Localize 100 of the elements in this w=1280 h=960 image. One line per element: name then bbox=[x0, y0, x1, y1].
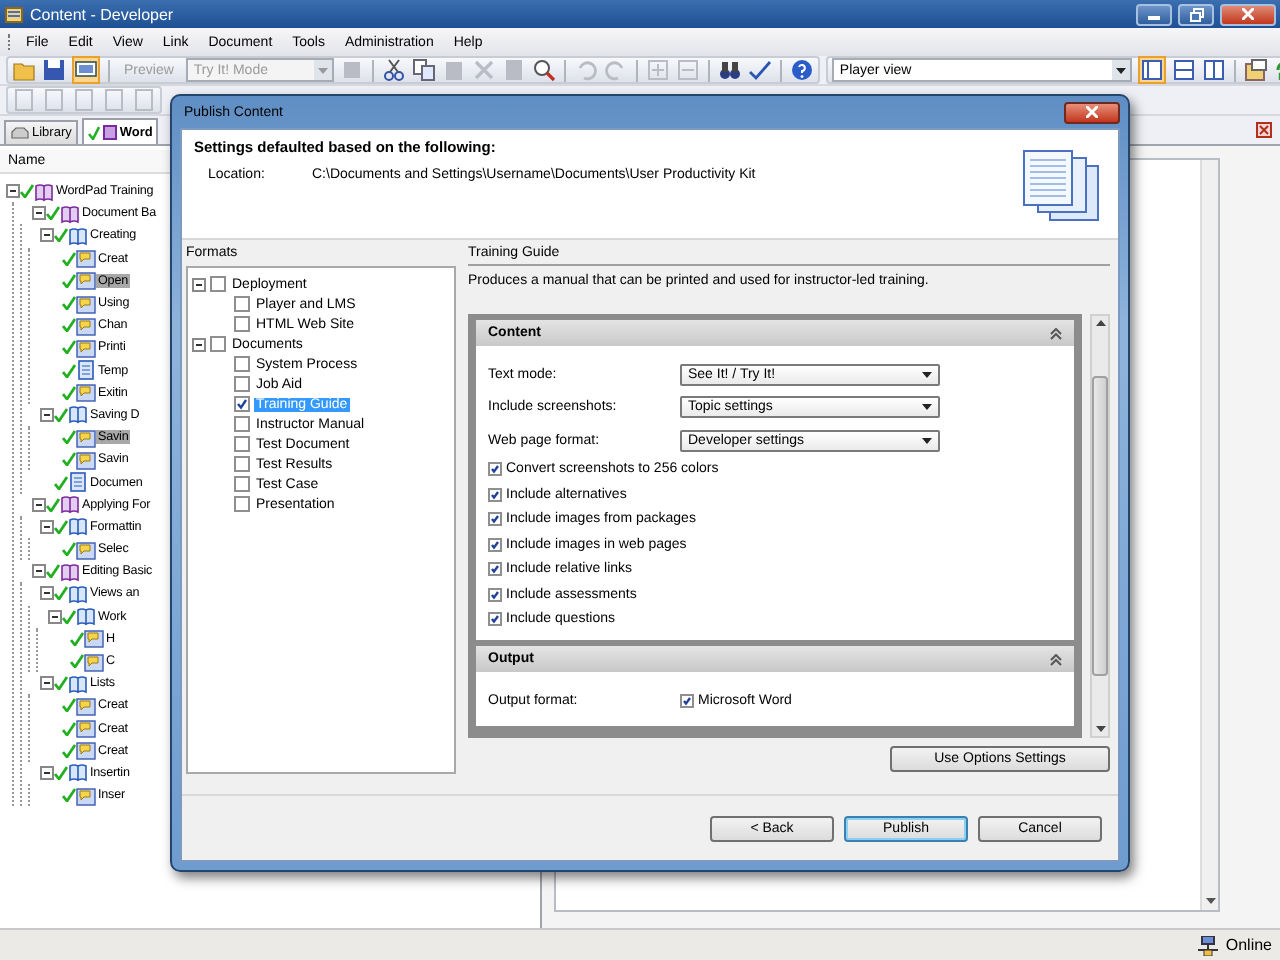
layout-icon[interactable] bbox=[1201, 58, 1226, 82]
caret-icon bbox=[1095, 726, 1105, 732]
collapse-icon[interactable] bbox=[40, 407, 54, 422]
note-icon bbox=[76, 695, 96, 716]
note-icon bbox=[76, 449, 96, 470]
note-icon bbox=[76, 382, 96, 403]
checkbox[interactable] bbox=[234, 316, 250, 332]
caret-icon bbox=[922, 404, 932, 411]
checkbox[interactable] bbox=[234, 476, 250, 492]
checkbox[interactable] bbox=[488, 612, 502, 627]
properties-icon[interactable] bbox=[1243, 58, 1268, 82]
close-icon bbox=[1086, 106, 1098, 118]
caret-icon bbox=[317, 67, 328, 73]
checkbox[interactable] bbox=[488, 487, 502, 502]
close-button[interactable] bbox=[1220, 3, 1276, 25]
note-icon bbox=[76, 785, 96, 806]
checkbox[interactable] bbox=[488, 462, 502, 477]
collapse-icon[interactable] bbox=[48, 609, 62, 624]
caret-icon bbox=[1115, 67, 1126, 73]
checkbox[interactable] bbox=[488, 562, 502, 577]
save-icon[interactable] bbox=[42, 58, 66, 82]
collapse-icon[interactable] bbox=[40, 519, 54, 534]
close-button[interactable] bbox=[1064, 101, 1120, 123]
binoculars-icon[interactable] bbox=[717, 58, 742, 82]
note-icon bbox=[76, 539, 96, 560]
book-icon bbox=[68, 583, 88, 604]
drive-icon bbox=[10, 126, 30, 140]
checkbox[interactable] bbox=[210, 336, 226, 352]
collapse-icon[interactable] bbox=[6, 184, 20, 199]
book-icon bbox=[76, 606, 96, 627]
scrollbar[interactable] bbox=[1090, 314, 1110, 738]
maximize-button[interactable] bbox=[1178, 3, 1214, 25]
close-icon[interactable] bbox=[1256, 122, 1272, 138]
checkbox[interactable] bbox=[234, 296, 250, 312]
checkbox[interactable] bbox=[210, 276, 226, 292]
note-icon bbox=[76, 718, 96, 739]
book-icon bbox=[68, 762, 88, 783]
book-icon bbox=[68, 673, 88, 694]
network-icon bbox=[1195, 935, 1220, 955]
note-icon bbox=[76, 315, 96, 336]
checkbox[interactable] bbox=[234, 496, 250, 512]
book-icon bbox=[68, 225, 88, 246]
book-icon bbox=[101, 124, 118, 140]
caret-icon bbox=[1095, 320, 1105, 326]
app-icon bbox=[4, 4, 24, 24]
note-icon bbox=[76, 337, 96, 358]
check-icon bbox=[87, 125, 100, 139]
note-icon bbox=[76, 427, 96, 448]
note-icon bbox=[76, 270, 96, 291]
book-icon bbox=[60, 561, 80, 582]
monitor-icon[interactable] bbox=[74, 58, 98, 82]
book-icon bbox=[60, 203, 80, 224]
caret-icon bbox=[922, 371, 932, 378]
collapse-icon[interactable] bbox=[40, 765, 54, 780]
window-title: Content - Developer bbox=[30, 5, 176, 23]
magnifier-icon[interactable] bbox=[531, 58, 556, 82]
checkbox[interactable] bbox=[234, 436, 250, 452]
scissors-icon[interactable] bbox=[381, 58, 406, 82]
layout-icon[interactable] bbox=[1171, 58, 1196, 82]
checkbox[interactable] bbox=[234, 456, 250, 472]
book-icon bbox=[34, 181, 54, 202]
page-icon bbox=[76, 360, 96, 381]
copy-icon[interactable] bbox=[411, 58, 436, 82]
collapse-icon[interactable] bbox=[192, 337, 206, 351]
scrollbar[interactable] bbox=[1200, 160, 1218, 910]
restore-icon bbox=[1189, 7, 1203, 21]
checkbox[interactable] bbox=[234, 416, 250, 432]
checkbox[interactable] bbox=[234, 376, 250, 392]
caret-icon bbox=[1205, 898, 1215, 904]
note-icon bbox=[84, 651, 104, 672]
collapse-icon[interactable] bbox=[40, 676, 54, 691]
checkbox[interactable] bbox=[680, 693, 694, 708]
minimize-button[interactable] bbox=[1136, 3, 1172, 25]
book-icon bbox=[68, 516, 88, 537]
collapse-icon[interactable] bbox=[32, 497, 46, 512]
note-icon bbox=[76, 293, 96, 314]
status-text: Online bbox=[1225, 936, 1272, 954]
checkbox[interactable] bbox=[234, 356, 250, 372]
close-icon bbox=[1242, 8, 1254, 20]
documents-icon bbox=[1022, 150, 1102, 222]
book-icon bbox=[68, 404, 88, 425]
checkbox[interactable] bbox=[234, 396, 250, 412]
collapse-icon[interactable] bbox=[40, 586, 54, 601]
note-icon bbox=[84, 628, 104, 649]
note-icon bbox=[76, 248, 96, 269]
collapse-icon[interactable] bbox=[32, 206, 46, 221]
page-icon bbox=[68, 472, 88, 493]
layout-icon[interactable] bbox=[1139, 58, 1164, 82]
collapse-icon[interactable] bbox=[40, 228, 54, 243]
chevron-up-icon[interactable] bbox=[1050, 653, 1062, 665]
checkbox[interactable] bbox=[488, 512, 502, 527]
collapse-icon[interactable] bbox=[192, 277, 206, 291]
checkbox[interactable] bbox=[488, 537, 502, 552]
chevron-up-icon[interactable] bbox=[1050, 327, 1062, 339]
note-icon bbox=[76, 740, 96, 761]
book-icon bbox=[60, 494, 80, 515]
caret-icon bbox=[922, 437, 932, 444]
checkbox[interactable] bbox=[488, 587, 502, 602]
spellcheck-icon[interactable] bbox=[747, 58, 772, 82]
collapse-icon[interactable] bbox=[32, 564, 46, 579]
